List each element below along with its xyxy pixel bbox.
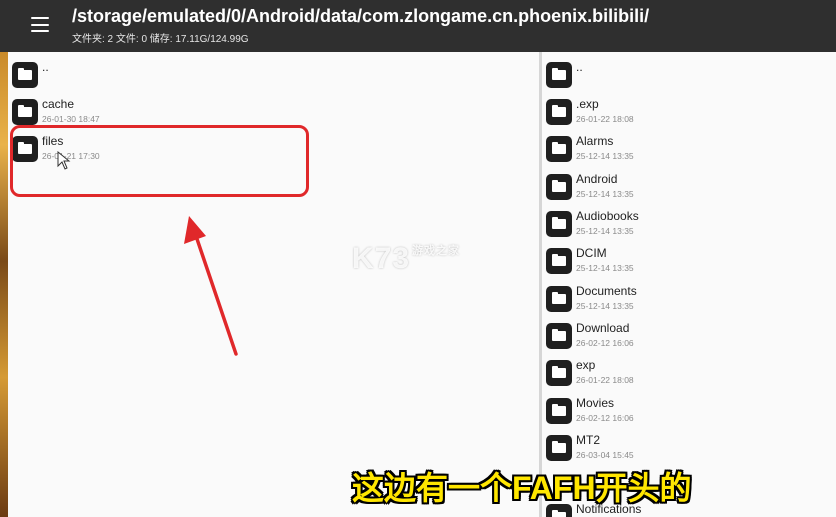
mouse-cursor-icon (57, 151, 71, 170)
watermark-logo: K73 游戏之家 (352, 242, 460, 276)
watermark-subtext: 游戏之家 (412, 245, 461, 257)
watermark-text: K73 (352, 242, 411, 275)
video-subtitle: 这边有一个FAFH开头的 (352, 470, 692, 506)
